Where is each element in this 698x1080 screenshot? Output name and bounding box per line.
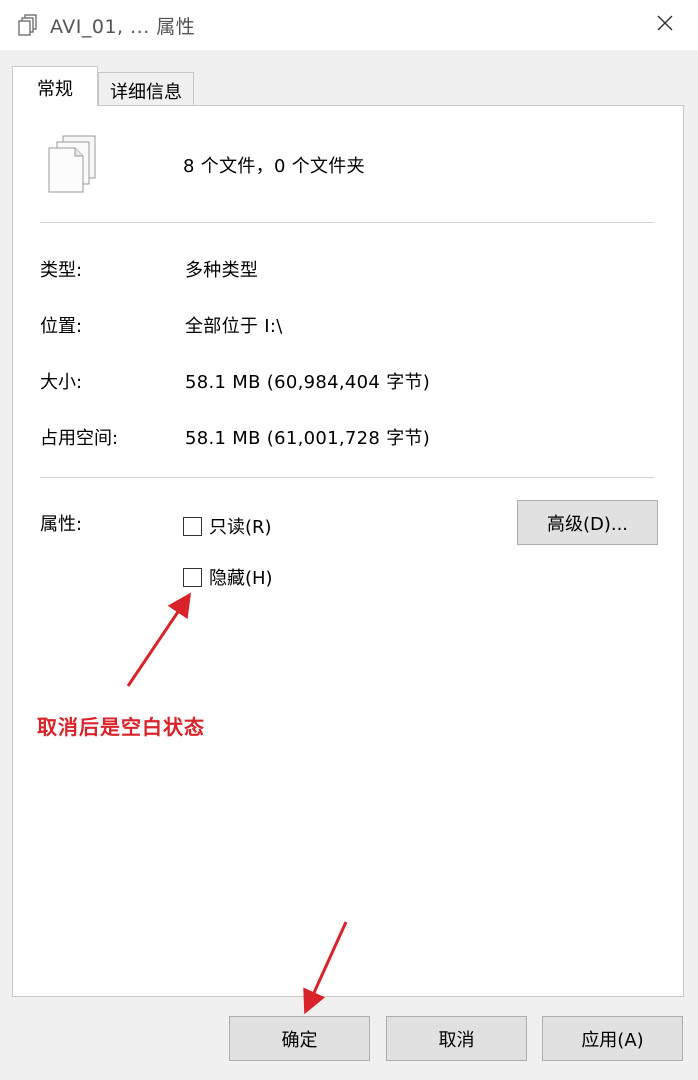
tab-details[interactable]: 详细信息 (98, 72, 194, 106)
files-icon (18, 14, 38, 36)
hidden-checkbox-row[interactable]: 隐藏(H) (183, 564, 273, 590)
advanced-button[interactable]: 高级(D)... (517, 500, 658, 545)
size-on-disk-value: 58.1 MB (61,001,728 字节) (185, 428, 431, 449)
readonly-label: 只读(R) (209, 517, 272, 538)
size-value: 58.1 MB (60,984,404 字节) (185, 372, 431, 393)
size-label: 大小: (40, 372, 83, 393)
properties-dialog: AVI_01, ... 属性 常规 详细信息 8 个文件，0 个文件夹 类型: (0, 0, 698, 1080)
location-label: 位置: (40, 316, 83, 337)
hidden-checkbox[interactable] (183, 567, 202, 587)
hidden-label: 隐藏(H) (209, 568, 273, 589)
cancel-button[interactable]: 取消 (386, 1016, 527, 1061)
location-value: 全部位于 I:\ (185, 316, 283, 337)
title-bar: AVI_01, ... 属性 (0, 0, 698, 50)
selection-summary: 8 个文件，0 个文件夹 (183, 156, 365, 177)
annotation-text: 取消后是空白状态 (37, 715, 205, 739)
close-icon (656, 14, 674, 36)
multiple-files-icon (47, 134, 101, 198)
attributes-label: 属性: (40, 514, 83, 535)
tab-general[interactable]: 常规 (12, 66, 98, 106)
type-label: 类型: (40, 260, 83, 281)
divider (40, 477, 654, 478)
readonly-checkbox-row[interactable]: 只读(R) (183, 513, 272, 539)
size-on-disk-label: 占用空间: (40, 428, 119, 449)
apply-button[interactable]: 应用(A) (542, 1016, 683, 1061)
general-panel: 8 个文件，0 个文件夹 类型: 多种类型 位置: 全部位于 I:\ 大小: 5… (12, 105, 684, 997)
readonly-checkbox[interactable] (183, 516, 202, 536)
close-button[interactable] (650, 10, 680, 40)
divider (40, 222, 654, 223)
ok-button[interactable]: 确定 (229, 1016, 370, 1061)
type-value: 多种类型 (185, 260, 259, 281)
window-title: AVI_01, ... 属性 (50, 16, 196, 38)
